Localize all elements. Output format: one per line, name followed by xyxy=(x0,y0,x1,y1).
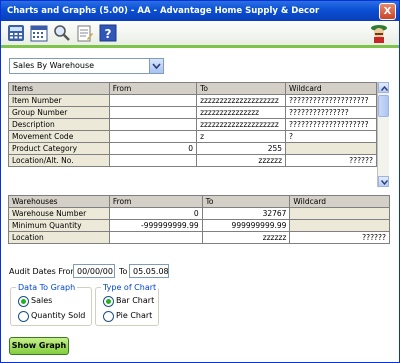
chart-type-group: Type of Chart Bar Chart Pie Chart xyxy=(95,283,159,326)
to-header: To xyxy=(201,195,291,208)
audit-date-from-value: 00/00/00 xyxy=(77,267,113,276)
audit-date-to-field[interactable]: 05.05.08 xyxy=(129,264,169,278)
audit-date-from-field[interactable]: 00/00/00 xyxy=(73,264,115,278)
data-to-graph-title: Data To Graph xyxy=(16,283,78,292)
show-graph-button[interactable]: Show Graph xyxy=(9,337,69,355)
to-field[interactable]: zzzzzzzzzzzzzzzzzzzz xyxy=(196,94,287,107)
wildcard-field[interactable]: ???????????????????? xyxy=(285,94,377,107)
from-header: From xyxy=(108,82,198,95)
chevron-down-icon[interactable] xyxy=(149,59,163,73)
row-label: Group Number xyxy=(8,106,110,119)
wildcard-field[interactable]: ??????????????? xyxy=(285,106,377,119)
table-row: Warehouse Number 0 32767 xyxy=(8,207,390,220)
chevron-up-icon xyxy=(381,86,388,91)
to-header: To xyxy=(196,82,287,95)
mascot-icon xyxy=(369,24,389,43)
sales-radio[interactable] xyxy=(18,296,29,307)
table-row: Product Category 0 255 xyxy=(8,142,377,155)
window-title: Charts and Graphs (5.00) - AA - Advantag… xyxy=(7,6,320,16)
to-field[interactable]: 32767 xyxy=(201,207,291,220)
wildcard-header: Wildcard xyxy=(289,195,390,208)
title-bar[interactable]: Charts and Graphs (5.00) - AA - Advantag… xyxy=(1,1,399,21)
row-label: Location/Alt. No. xyxy=(8,154,110,167)
row-label: Warehouse Number xyxy=(8,207,110,220)
report-select-value: Sales By Warehouse xyxy=(13,61,95,70)
row-label: Product Category xyxy=(8,142,110,155)
report-select[interactable]: Sales By Warehouse xyxy=(9,58,164,74)
to-field[interactable]: 999999999.99 xyxy=(201,219,291,232)
charts-and-graphs-window: Charts and Graphs (5.00) - AA - Advantag… xyxy=(0,0,400,363)
wildcard-field[interactable]: ?????? xyxy=(285,154,377,167)
quantity-sold-radio[interactable] xyxy=(18,311,29,322)
items-header-row: Items From To Wildcard xyxy=(8,82,377,95)
from-field[interactable] xyxy=(108,118,198,131)
scroll-up-button[interactable] xyxy=(378,82,389,93)
to-field[interactable]: zzzzzz xyxy=(196,154,287,167)
pie-chart-radio-label[interactable]: Pie Chart xyxy=(116,311,152,320)
table-row: Minimum Quantity -999999999.99 999999999… xyxy=(8,219,390,232)
toolbar: ? xyxy=(1,21,399,48)
scroll-down-button[interactable] xyxy=(378,176,389,187)
table-row: Movement Code z ? xyxy=(8,130,377,143)
calendar-icon[interactable] xyxy=(30,24,48,42)
table-row: Item Number zzzzzzzzzzzzzzzzzzzz ???????… xyxy=(8,94,377,107)
to-field[interactable]: z xyxy=(196,130,287,143)
notes-icon[interactable] xyxy=(76,24,94,42)
wildcard-field[interactable]: ? xyxy=(285,130,377,143)
audit-dates-label: Audit Dates From xyxy=(9,267,79,276)
pie-chart-radio[interactable] xyxy=(103,311,114,322)
svg-text:?: ? xyxy=(105,27,112,41)
to-field[interactable]: 255 xyxy=(196,142,287,155)
sales-radio-label[interactable]: Sales xyxy=(31,296,52,305)
warehouses-header-row: Warehouses From To Wildcard xyxy=(8,195,390,208)
items-header: Items xyxy=(8,82,110,95)
table-row: Group Number zzzzzzzzzzzzzzz ???????????… xyxy=(8,106,377,119)
audit-date-to-value: 05.05.08 xyxy=(133,267,169,276)
from-field[interactable] xyxy=(108,106,198,119)
from-field[interactable] xyxy=(108,94,198,107)
to-field[interactable]: zzzzzzzzzzzzzzzzzzzz xyxy=(196,118,287,131)
warehouses-table: Warehouses From To Wildcard Warehouse Nu… xyxy=(8,195,390,244)
wildcard-field-disabled xyxy=(289,207,390,220)
wildcard-field[interactable]: ?????? xyxy=(289,231,390,244)
row-label: Location xyxy=(8,231,110,244)
wildcard-field[interactable]: ???????????????????? xyxy=(285,118,377,131)
from-field[interactable] xyxy=(108,231,203,244)
chevron-down-icon xyxy=(381,180,388,185)
help-icon[interactable]: ? xyxy=(99,24,117,42)
wildcard-header: Wildcard xyxy=(285,82,377,95)
table-row: Location/Alt. No. zzzzzz ?????? xyxy=(8,154,377,167)
scroll-thumb[interactable] xyxy=(378,95,389,117)
data-to-graph-group: Data To Graph Sales Quantity Sold xyxy=(10,283,92,326)
from-field[interactable] xyxy=(108,130,198,143)
bar-chart-radio[interactable] xyxy=(103,296,114,307)
magnifier-icon[interactable] xyxy=(53,24,71,42)
from-header: From xyxy=(108,195,203,208)
row-label: Item Number xyxy=(8,94,110,107)
items-scrollbar[interactable] xyxy=(377,82,389,187)
from-field[interactable]: -999999999.99 xyxy=(108,219,203,232)
to-field[interactable]: zzzzzzzzzzzzzzz xyxy=(196,106,287,119)
wildcard-field-disabled xyxy=(289,219,390,232)
from-field[interactable]: 0 xyxy=(108,142,198,155)
chart-type-title: Type of Chart xyxy=(101,283,159,292)
row-label: Description xyxy=(8,118,110,131)
close-button[interactable]: X xyxy=(379,3,396,20)
row-label: Movement Code xyxy=(8,130,110,143)
warehouses-header: Warehouses xyxy=(8,195,110,208)
calculator-icon[interactable] xyxy=(7,24,25,42)
from-field[interactable] xyxy=(108,154,198,167)
bar-chart-radio-label[interactable]: Bar Chart xyxy=(116,296,154,305)
audit-to-label: To xyxy=(119,267,128,276)
table-row: Location zzzzzz ?????? xyxy=(8,231,390,244)
to-field[interactable]: zzzzzz xyxy=(201,231,291,244)
from-field[interactable]: 0 xyxy=(108,207,203,220)
wildcard-field-disabled xyxy=(285,142,377,155)
quantity-sold-radio-label[interactable]: Quantity Sold xyxy=(31,311,85,320)
row-label: Minimum Quantity xyxy=(8,219,110,232)
items-table: Items From To Wildcard Item Number zzzzz… xyxy=(8,82,377,167)
table-row: Description zzzzzzzzzzzzzzzzzzzz ???????… xyxy=(8,118,377,131)
